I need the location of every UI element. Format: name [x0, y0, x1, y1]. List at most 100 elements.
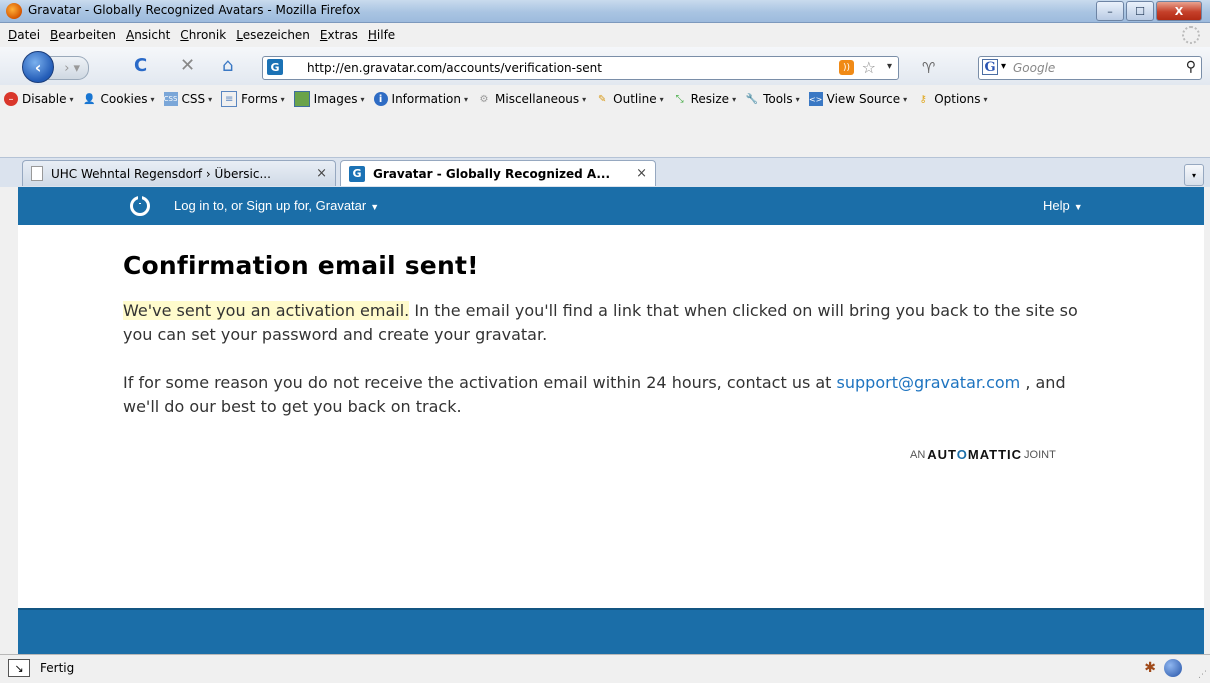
- css-icon: CSS: [163, 92, 178, 106]
- close-button[interactable]: X: [1156, 1, 1202, 21]
- maximize-button[interactable]: ☐: [1126, 1, 1154, 21]
- forward-button[interactable]: › ▾: [48, 56, 89, 80]
- outline-icon: ✎: [597, 93, 607, 105]
- search-bar[interactable]: G ▾ Google ⚲: [978, 56, 1202, 80]
- dev-miscellaneous-menu[interactable]: ⚙ Miscellaneous ▾: [477, 92, 587, 106]
- url-bar[interactable]: G http://en.gravatar.com/accounts/verifi…: [262, 56, 899, 80]
- dev-information-menu[interactable]: i Information ▾: [373, 92, 469, 106]
- dev-images-menu[interactable]: Images ▾: [293, 91, 365, 107]
- help-menu[interactable]: Help ▼: [1043, 198, 1083, 213]
- automattic-wordmark: AUTOMATTIC: [927, 447, 1023, 462]
- images-icon: [293, 91, 310, 107]
- url-history-dropdown-icon[interactable]: ▾: [887, 61, 892, 72]
- disable-icon: –: [4, 92, 18, 106]
- tools-icon: 🔧: [745, 93, 759, 105]
- dev-options-menu[interactable]: ⚷ Options ▾: [916, 92, 988, 106]
- options-key-icon: ⚷: [919, 93, 927, 105]
- dropdown-arrow-icon: ▾: [732, 94, 737, 104]
- tab-close-icon[interactable]: ×: [636, 166, 647, 181]
- tab-label: Gravatar - Globally Recognized A...: [373, 166, 611, 181]
- tab-uhc-wehntal[interactable]: UHC Wehntal Regensdorf › Übersic... ×: [22, 160, 336, 186]
- home-icon[interactable]: ⌂: [222, 57, 233, 75]
- window-controls: – ☐ X: [1094, 1, 1202, 21]
- cookies-icon: 👤: [83, 93, 96, 105]
- web-page: Log in to, or Sign up for, Gravatar ▼ Hel…: [18, 187, 1204, 656]
- dev-resize-menu[interactable]: ⤡ Resize ▾: [673, 92, 736, 106]
- dropdown-arrow-icon: ▾: [983, 94, 988, 104]
- dropdown-arrow-icon: ▾: [360, 94, 365, 104]
- gravatar-footer-bar: [18, 608, 1204, 656]
- dropdown-arrow-icon: ▾: [903, 94, 908, 104]
- tab-list-button[interactable]: ▾: [1184, 164, 1204, 186]
- dev-view-source-menu[interactable]: <> View Source ▾: [808, 92, 908, 106]
- firefox-icon: [6, 3, 22, 19]
- tab-close-icon[interactable]: ×: [316, 166, 327, 181]
- window-left-edge: [0, 187, 18, 654]
- reload-icon[interactable]: C: [134, 57, 147, 75]
- dev-disable-menu[interactable]: – Disable ▾: [4, 92, 74, 106]
- menu-bearbeiten[interactable]: Bearbeiten: [50, 28, 116, 42]
- dev-tools-menu[interactable]: 🔧 Tools ▾: [745, 92, 800, 106]
- resize-grip-icon[interactable]: ⋰: [1198, 670, 1207, 680]
- web-developer-toolbar: – Disable ▾ 👤 Cookies ▾ CSS CSS ▾ ≡ Forms ▾ Imag…: [0, 85, 1210, 157]
- dropdown-arrow-icon: ▾: [464, 94, 469, 104]
- activation-highlight: We've sent you an activation email.: [123, 301, 410, 320]
- rss-feed-icon[interactable]: )): [839, 60, 854, 75]
- forward-arrow-icon: › ▾: [55, 60, 81, 76]
- view-source-icon: <>: [808, 92, 823, 106]
- search-icon[interactable]: ⚲: [1186, 59, 1196, 75]
- globe-status-icon[interactable]: [1164, 659, 1182, 677]
- menu-hilfe[interactable]: Hilfe: [368, 28, 395, 42]
- bookmark-star-icon[interactable]: ☆: [862, 58, 876, 77]
- gravatar-logo-icon[interactable]: [130, 195, 150, 216]
- back-button[interactable]: ‹: [22, 51, 54, 83]
- dropdown-arrow-icon: ▾: [280, 94, 285, 104]
- information-icon: i: [373, 92, 388, 106]
- resize-icon: ⤡: [675, 93, 684, 105]
- tab-gravatar[interactable]: G Gravatar - Globally Recognized A... ×: [340, 160, 656, 186]
- menu-lesezeichen[interactable]: Lesezeichen: [236, 28, 310, 42]
- menu-extras[interactable]: Extras: [320, 28, 358, 42]
- firebug-icon[interactable]: ✱: [1144, 660, 1156, 676]
- dropdown-arrow-icon: ▾: [208, 94, 213, 104]
- status-pointer-icon: ↘: [8, 659, 30, 677]
- menu-bar: Datei Bearbeiten Ansicht Chronik Lesezei…: [0, 23, 1210, 47]
- engine-dropdown-icon[interactable]: ▾: [1001, 61, 1006, 72]
- stop-icon[interactable]: ✕: [180, 57, 195, 75]
- automattic-prefix: AN: [910, 448, 926, 461]
- menu-chronik[interactable]: Chronik: [180, 28, 226, 42]
- window-titlebar[interactable]: Gravatar - Globally Recognized Avatars -…: [0, 0, 1210, 23]
- support-email-link[interactable]: support@gravatar.com: [837, 373, 1021, 392]
- chevron-down-icon: ▼: [370, 202, 380, 212]
- chevron-down-icon: ▾: [1191, 170, 1196, 180]
- url-text: http://en.gravatar.com/accounts/verifica…: [307, 61, 602, 75]
- window-right-edge: [1204, 187, 1210, 654]
- forms-icon: ≡: [221, 91, 238, 107]
- dev-cookies-menu[interactable]: 👤 Cookies ▾: [83, 92, 155, 106]
- login-signup-menu[interactable]: Log in to, or Sign up for, Gravatar ▼: [174, 198, 379, 213]
- menu-ansicht[interactable]: Ansicht: [126, 28, 170, 42]
- tab-strip: UHC Wehntal Regensdorf › Übersic... × G …: [0, 157, 1210, 188]
- extension-icon[interactable]: ♈: [922, 59, 935, 77]
- page-title: Confirmation email sent!: [123, 251, 479, 280]
- dev-css-menu[interactable]: CSS CSS ▾: [163, 92, 213, 106]
- page-icon: [31, 166, 43, 181]
- dropdown-arrow-icon: ▾: [582, 94, 587, 104]
- dropdown-arrow-icon: ▾: [69, 94, 74, 104]
- automattic-suffix: JOINT: [1024, 448, 1056, 461]
- minimize-button[interactable]: –: [1096, 1, 1124, 21]
- support-text-start: If for some reason you do not receive th…: [123, 373, 837, 392]
- search-placeholder: Google: [1013, 61, 1056, 75]
- dev-forms-menu[interactable]: ≡ Forms ▾: [221, 91, 285, 107]
- automattic-logo[interactable]: AN AUTOMATTIC JOINT: [910, 447, 1056, 462]
- dev-outline-menu[interactable]: ✎ Outline ▾: [595, 92, 664, 106]
- support-message: If for some reason you do not receive th…: [123, 371, 1103, 419]
- activation-message: We've sent you an activation email. In t…: [123, 299, 1103, 347]
- navigation-toolbar: › ▾ ‹ C ✕ ⌂ G http://en.gravatar.com/acc…: [0, 47, 1210, 85]
- google-engine-icon[interactable]: G: [982, 59, 998, 75]
- status-text: Fertig: [40, 661, 75, 675]
- dropdown-arrow-icon: ▾: [150, 94, 155, 104]
- tab-label: UHC Wehntal Regensdorf › Übersic...: [51, 166, 271, 181]
- dropdown-arrow-icon: ▾: [659, 94, 664, 104]
- menu-datei[interactable]: Datei: [8, 28, 40, 42]
